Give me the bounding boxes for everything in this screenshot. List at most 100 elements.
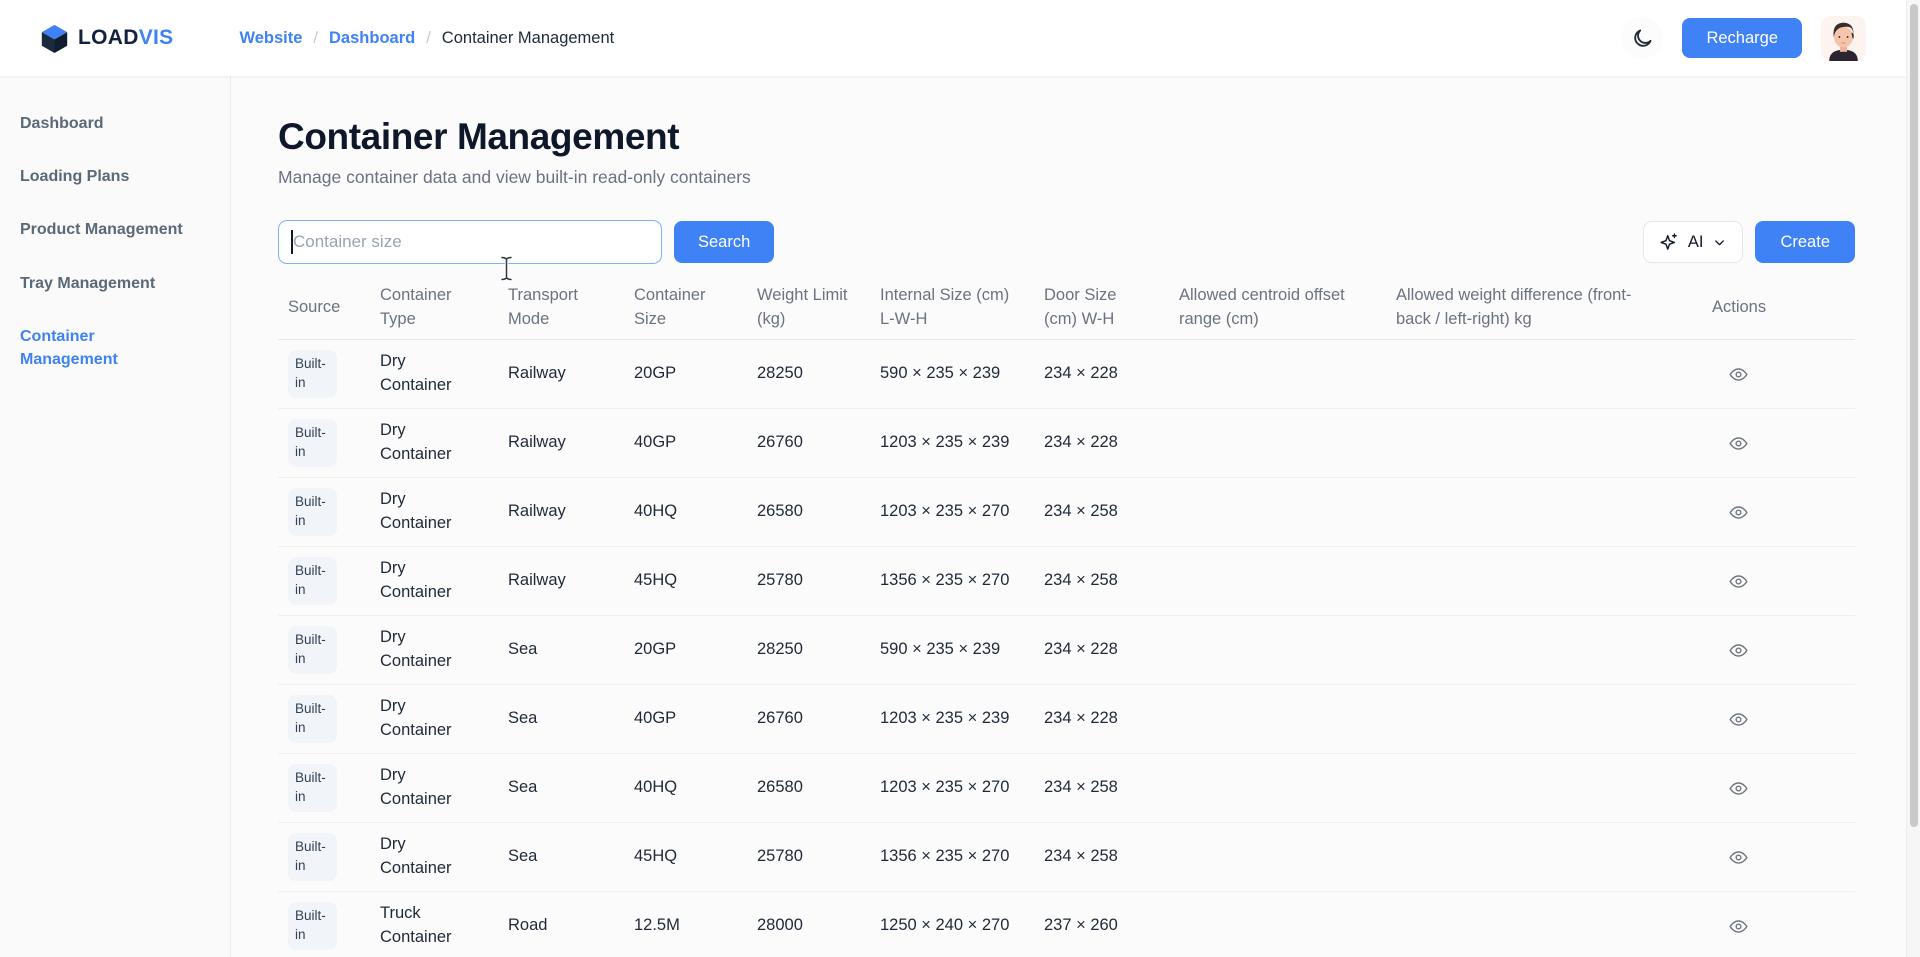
transport-mode-cell: Sea — [498, 638, 624, 662]
table-row: Built-in Dry Container Sea 40HQ 26580 12… — [278, 754, 1855, 823]
container-type-cell: Truck Container — [370, 902, 498, 950]
column-header: Weight Limit (kg) — [747, 284, 870, 332]
column-header: Source — [278, 296, 370, 320]
sidebar-item-loading-plans[interactable]: Loading Plans — [0, 155, 230, 198]
table-row: Built-in Truck Container Road 12.5M 2800… — [278, 892, 1855, 957]
transport-mode-cell: Sea — [498, 776, 624, 800]
transport-mode-cell: Sea — [498, 707, 624, 731]
sidebar-item-dashboard[interactable]: Dashboard — [0, 102, 230, 145]
table-body: Built-in Dry Container Railway 20GP 2825… — [278, 340, 1855, 957]
breadcrumb-item[interactable]: Dashboard — [329, 29, 415, 48]
weight-limit-cell: 28250 — [747, 638, 870, 662]
toolbar: Search AI Create — [278, 220, 1855, 264]
source-cell: Built-in — [278, 557, 370, 605]
transport-mode-cell: Railway — [498, 362, 624, 386]
container-size-cell: 20GP — [624, 638, 747, 662]
door-size-cell: 237 × 260 — [1034, 914, 1169, 938]
user-avatar[interactable] — [1821, 16, 1866, 61]
weight-limit-cell: 28000 — [747, 914, 870, 938]
source-cell: Built-in — [278, 419, 370, 467]
search-button[interactable]: Search — [674, 221, 774, 263]
internal-size-cell: 590 × 235 × 239 — [870, 362, 1034, 386]
logo-text: LOADVIS — [78, 26, 173, 50]
view-button[interactable] — [1720, 770, 1756, 806]
actions-cell — [1702, 356, 1855, 392]
containers-table: SourceContainer TypeTransport ModeContai… — [278, 278, 1855, 957]
view-button[interactable] — [1720, 701, 1756, 737]
container-type-cell: Dry Container — [370, 695, 498, 743]
container-type-cell: Dry Container — [370, 557, 498, 605]
search-input[interactable] — [278, 220, 662, 264]
view-button[interactable] — [1720, 494, 1756, 530]
actions-cell — [1702, 563, 1855, 599]
view-button[interactable] — [1720, 632, 1756, 668]
source-badge: Built-in — [288, 419, 337, 467]
container-type-cell: Dry Container — [370, 419, 498, 467]
source-cell: Built-in — [278, 902, 370, 950]
view-button[interactable] — [1720, 908, 1756, 944]
source-badge: Built-in — [288, 695, 337, 743]
source-badge: Built-in — [288, 626, 337, 674]
sidebar-item-tray-management[interactable]: Tray Management — [0, 262, 230, 305]
transport-mode-cell: Railway — [498, 500, 624, 524]
table-row: Built-in Dry Container Sea 40GP 26760 12… — [278, 685, 1855, 754]
door-size-cell: 234 × 258 — [1034, 845, 1169, 869]
sidebar-item-container-management[interactable]: Container Management — [0, 315, 230, 381]
door-size-cell: 234 × 258 — [1034, 776, 1169, 800]
weight-limit-cell: 26580 — [747, 776, 870, 800]
source-cell: Built-in — [278, 833, 370, 881]
sparkles-icon — [1659, 232, 1679, 252]
container-type-cell: Dry Container — [370, 764, 498, 812]
page-title: Container Management — [278, 116, 1906, 158]
top-header: LOADVIS Website/Dashboard/Container Mana… — [0, 0, 1906, 76]
door-size-cell: 234 × 258 — [1034, 569, 1169, 593]
header-actions: Recharge — [1621, 16, 1866, 61]
eye-icon — [1728, 709, 1749, 730]
container-size-cell: 20GP — [624, 362, 747, 386]
search-box — [278, 220, 662, 264]
weight-limit-cell: 28250 — [747, 362, 870, 386]
source-badge: Built-in — [288, 764, 337, 812]
container-size-cell: 40HQ — [624, 776, 747, 800]
theme-toggle-button[interactable] — [1621, 17, 1663, 59]
table-row: Built-in Dry Container Railway 40GP 2676… — [278, 409, 1855, 478]
weight-limit-cell: 26760 — [747, 707, 870, 731]
column-header: Internal Size (cm) L-W-H — [870, 284, 1034, 332]
sidebar-item-product-management[interactable]: Product Management — [0, 208, 230, 251]
internal-size-cell: 1203 × 235 × 239 — [870, 431, 1034, 455]
source-cell: Built-in — [278, 695, 370, 743]
view-button[interactable] — [1720, 425, 1756, 461]
door-size-cell: 234 × 228 — [1034, 362, 1169, 386]
actions-cell — [1702, 494, 1855, 530]
eye-icon — [1728, 916, 1749, 937]
eye-icon — [1728, 364, 1749, 385]
column-header: Allowed weight difference (front- back /… — [1386, 284, 1702, 332]
view-button[interactable] — [1720, 356, 1756, 392]
breadcrumb-item[interactable]: Website — [239, 29, 302, 48]
ai-dropdown-button[interactable]: AI — [1643, 221, 1744, 263]
view-button[interactable] — [1720, 839, 1756, 875]
column-header: Container Size — [624, 284, 747, 332]
source-badge: Built-in — [288, 902, 337, 950]
table-row: Built-in Dry Container Sea 45HQ 25780 13… — [278, 823, 1855, 892]
eye-icon — [1728, 847, 1749, 868]
create-button[interactable]: Create — [1755, 221, 1855, 263]
internal-size-cell: 1203 × 235 × 270 — [870, 500, 1034, 524]
scrollbar-thumb[interactable] — [1910, 4, 1918, 827]
container-size-cell: 45HQ — [624, 845, 747, 869]
app-logo[interactable]: LOADVIS — [40, 23, 173, 54]
transport-mode-cell: Railway — [498, 569, 624, 593]
transport-mode-cell: Sea — [498, 845, 624, 869]
page-scrollbar[interactable] — [1906, 0, 1920, 957]
view-button[interactable] — [1720, 563, 1756, 599]
door-size-cell: 234 × 228 — [1034, 638, 1169, 662]
column-header: Actions — [1702, 296, 1855, 320]
breadcrumb-item: Container Management — [442, 29, 614, 48]
transport-mode-cell: Road — [498, 914, 624, 938]
source-cell: Built-in — [278, 350, 370, 398]
recharge-button[interactable]: Recharge — [1682, 18, 1802, 58]
internal-size-cell: 1203 × 235 × 239 — [870, 707, 1034, 731]
source-cell: Built-in — [278, 626, 370, 674]
internal-size-cell: 1203 × 235 × 270 — [870, 776, 1034, 800]
eye-icon — [1728, 502, 1749, 523]
